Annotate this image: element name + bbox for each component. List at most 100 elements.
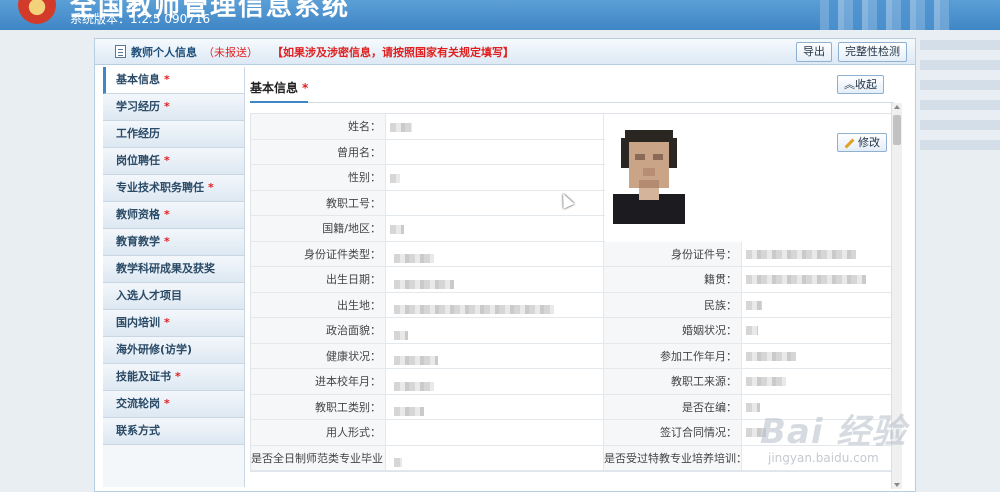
section-title-text: 基本信息 [250,81,299,95]
field-label: 出生日期： [251,267,386,292]
teacher-photo [609,124,689,224]
field-value [386,394,604,419]
sidebar-item[interactable]: 海外研修(访学) [103,337,244,364]
redacted-value [390,122,412,132]
redacted-value [746,275,866,284]
field-value [386,267,604,292]
field-value [742,242,893,267]
sidebar-item-label: 专业技术职务聘任 [116,181,204,194]
redacted-value [394,356,438,365]
redacted-value [746,326,758,335]
document-icon [115,45,126,58]
field-label: 是否全日制师范类专业毕业： [251,445,386,470]
redacted-value [746,249,856,259]
scroll-thumb[interactable] [893,115,901,145]
national-emblem-icon [18,0,56,24]
required-mark: * [164,100,170,113]
form-row: 出生地： 民族： [251,292,893,318]
collapse-button[interactable]: ︽收起 [837,75,884,94]
field-label: 籍贯： [604,267,742,292]
sidebar-item[interactable]: 交流轮岗 * [103,391,244,418]
redacted-value [394,305,554,314]
watermark-url: jingyan.baidu.com [768,451,879,465]
required-mark: * [164,154,170,167]
photo-area: 修改 [605,114,895,242]
redacted-value [746,377,786,386]
redacted-value [394,330,408,340]
sidebar-item[interactable]: 入选人才项目 [103,283,244,310]
sidebar-item-label: 联系方式 [116,424,160,437]
field-label: 政治面貌： [251,318,386,343]
redacted-value [394,381,434,391]
field-label: 健康状况： [251,343,386,368]
required-mark: * [208,181,214,194]
field-value [386,139,604,164]
field-value [386,369,604,394]
field-label: 姓名： [251,114,386,139]
sidebar-item[interactable]: 基本信息 * [103,67,244,94]
export-button[interactable]: 导出 [796,42,832,62]
collapse-label: 收起 [855,78,877,91]
field-value [386,216,604,241]
field-label: 婚姻状况： [604,318,742,343]
form-row: 身份证件类型： 身份证件号： [251,241,893,267]
sidebar-item-label: 技能及证书 [116,370,171,383]
form-row: 进本校年月： 教职工来源： [251,369,893,395]
app-header: 全国教师管理信息系统 系统版本：1.2.5 090716 [0,0,1000,30]
field-label: 身份证件号： [604,241,742,266]
field-label: 教职工来源： [604,369,742,394]
edit-button[interactable]: 修改 [837,133,887,152]
panel-header: 教师个人信息 （未报送） 【如果涉及涉密信息，请按照国家有关规定填写】 导出 完… [95,39,915,65]
edit-label: 修改 [858,136,880,149]
pixelated-side-area [920,30,1000,150]
field-value [742,344,893,369]
sidebar-item-label: 学习经历 [116,100,160,113]
redacted-value [390,224,404,234]
sidebar-item-label: 教育教学 [116,235,160,248]
completeness-check-button[interactable]: 完整性检测 [838,42,907,62]
required-mark: * [164,397,170,410]
field-label: 身份证件类型： [251,241,386,266]
sidebar-item[interactable]: 技能及证书 * [103,364,244,391]
field-value [386,343,604,368]
sidebar-item[interactable]: 学习经历 * [103,94,244,121]
field-label: 是否受过特教专业培养培训： [604,445,742,470]
sidebar-item[interactable]: 岗位聘任 * [103,148,244,175]
form-row: 出生日期： 籍贯： [251,267,893,293]
sidebar-item-label: 海外研修(访学) [116,343,193,356]
sidebar-item-label: 岗位聘任 [116,154,160,167]
field-value [386,114,604,139]
sidebar-item[interactable]: 国内培训 * [103,310,244,337]
required-mark: * [164,208,170,221]
redacted-value [394,458,402,467]
required-mark: * [164,73,170,86]
scroll-up-arrow-icon[interactable] [894,105,900,109]
field-label: 用人形式： [251,420,386,445]
field-value [386,318,604,343]
sidebar-item[interactable]: 教师资格 * [103,202,244,229]
sidebar-nav: 基本信息 * 学习经历 * 工作经历岗位聘任 * 专业技术职务聘任 * 教师资格 * 教育教学 * 教学… [103,67,245,487]
sidebar-item-label: 基本信息 [116,73,160,86]
field-label: 曾用名： [251,139,386,164]
form-row: 健康状况： 参加工作年月： [251,343,893,369]
sidebar-item-label: 教师资格 [116,208,160,221]
redacted-value [746,300,762,310]
panel-title: 教师个人信息 [131,45,197,59]
sidebar-item[interactable]: 联系方式 [103,418,244,445]
sidebar-item-label: 国内培训 [116,316,160,329]
field-value [386,445,604,470]
field-value [386,420,604,445]
redacted-value [394,407,424,416]
field-label: 是否在编： [604,394,742,419]
field-label: 民族： [604,292,742,317]
redacted-value [390,173,400,183]
sidebar-item-label: 教学科研成果及获奖 [116,262,215,275]
sidebar-item[interactable]: 工作经历 [103,121,244,148]
field-label: 出生地： [251,292,386,317]
sidebar-item[interactable]: 专业技术职务聘任 * [103,175,244,202]
sidebar-item[interactable]: 教育教学 * [103,229,244,256]
required-mark: * [164,235,170,248]
sidebar-item[interactable]: 教学科研成果及获奖 [103,256,244,283]
redacted-value [394,254,434,263]
required-mark: * [164,316,170,329]
